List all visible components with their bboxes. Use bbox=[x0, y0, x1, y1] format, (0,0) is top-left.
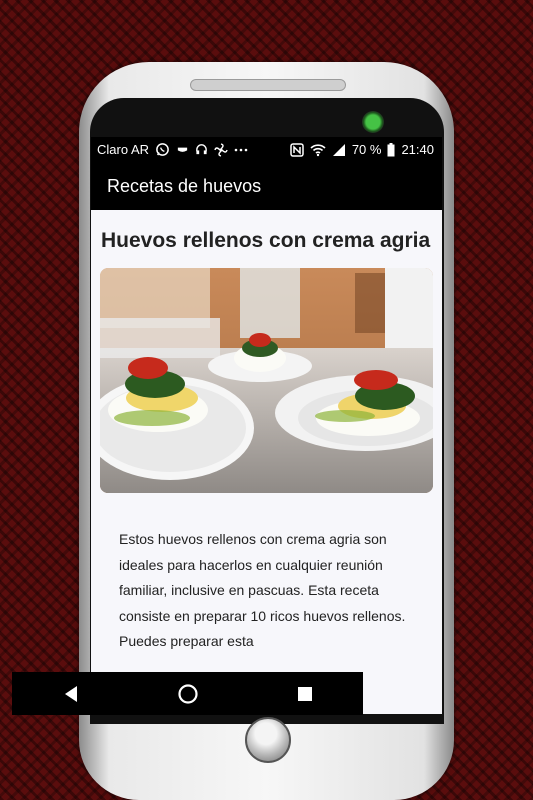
fan-icon bbox=[214, 142, 228, 157]
recipe-title: Huevos rellenos con crema agria bbox=[101, 229, 431, 252]
more-icon bbox=[234, 143, 248, 157]
recipe-photo bbox=[100, 268, 433, 493]
screen: Claro AR 70 % 21:40 Recetas de huevos Hu… bbox=[91, 137, 442, 714]
signal-icon bbox=[332, 143, 346, 157]
home-icon bbox=[177, 683, 198, 704]
battery-label: 70 % bbox=[351, 142, 382, 157]
nfc-icon bbox=[290, 142, 304, 157]
recents-icon bbox=[297, 686, 312, 701]
back-icon bbox=[64, 685, 77, 702]
carrier-label: Claro AR bbox=[97, 142, 150, 157]
headset-icon bbox=[195, 143, 208, 156]
hardware-home-button[interactable] bbox=[245, 717, 291, 763]
whatsapp-icon bbox=[155, 142, 170, 157]
back-button[interactable] bbox=[51, 679, 91, 709]
status-bar: Claro AR 70 % 21:40 bbox=[91, 137, 442, 162]
wifi-icon bbox=[310, 143, 326, 157]
app-bar: Recetas de huevos bbox=[91, 162, 442, 210]
home-button[interactable] bbox=[168, 679, 208, 709]
app-title: Recetas de huevos bbox=[107, 175, 262, 196]
notification-icon bbox=[176, 143, 189, 156]
battery-icon bbox=[387, 142, 395, 157]
camera-led bbox=[362, 111, 384, 133]
nav-bar bbox=[12, 672, 363, 715]
recipe-content[interactable]: Huevos rellenos con crema agria Estos hu… bbox=[91, 228, 442, 655]
recipe-description: Estos huevos rellenos con crema agria so… bbox=[119, 531, 406, 649]
clock: 21:40 bbox=[401, 142, 434, 157]
speaker-grille bbox=[190, 79, 346, 91]
recents-button[interactable] bbox=[285, 679, 325, 709]
